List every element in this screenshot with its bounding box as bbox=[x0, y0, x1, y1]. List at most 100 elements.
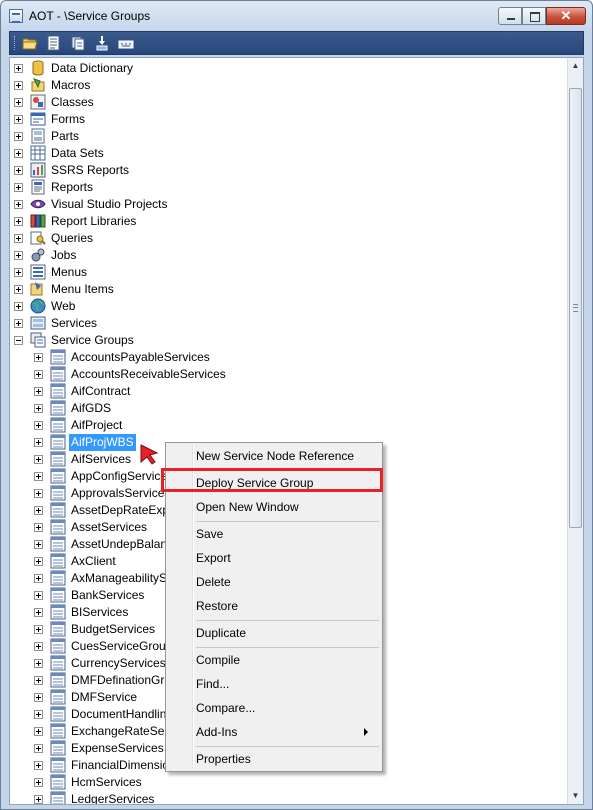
expand-icon[interactable] bbox=[14, 251, 23, 260]
expand-icon[interactable] bbox=[34, 608, 43, 617]
tree-node-forms[interactable]: Forms bbox=[10, 111, 550, 128]
keyboard-icon[interactable] bbox=[118, 35, 134, 51]
service-group-node-icon bbox=[50, 604, 66, 620]
tree-node-reports[interactable]: Reports bbox=[10, 179, 550, 196]
expand-icon[interactable] bbox=[34, 540, 43, 549]
tree-node-queries[interactable]: Queries bbox=[10, 230, 550, 247]
scroll-up-icon[interactable]: ▲ bbox=[568, 58, 583, 74]
menu-item-compile[interactable]: Compile bbox=[196, 649, 376, 671]
tree-node-child[interactable]: HcmServices bbox=[10, 774, 550, 791]
expand-icon[interactable] bbox=[34, 489, 43, 498]
tree-node-menus[interactable]: Menus bbox=[10, 264, 550, 281]
expand-icon[interactable] bbox=[14, 166, 23, 175]
open-icon[interactable] bbox=[22, 35, 38, 51]
expand-icon[interactable] bbox=[34, 574, 43, 583]
expand-icon[interactable] bbox=[14, 268, 23, 277]
scrollbar-grip-icon bbox=[573, 304, 578, 312]
menu-item-duplicate[interactable]: Duplicate bbox=[196, 622, 376, 644]
tree-node-label: HcmServices bbox=[71, 775, 142, 789]
expand-icon[interactable] bbox=[34, 761, 43, 770]
scroll-down-icon[interactable]: ▼ bbox=[568, 788, 583, 804]
collapse-icon[interactable] bbox=[14, 336, 23, 345]
expand-icon[interactable] bbox=[14, 115, 23, 124]
tree-node-web[interactable]: Web bbox=[10, 298, 550, 315]
tree-node-jobs[interactable]: Jobs bbox=[10, 247, 550, 264]
menu-item-open-new-window[interactable]: Open New Window bbox=[196, 496, 376, 518]
menu-item-compare[interactable]: Compare... bbox=[196, 697, 376, 719]
compile-icon[interactable] bbox=[70, 35, 86, 51]
expand-icon[interactable] bbox=[34, 438, 43, 447]
expand-icon[interactable] bbox=[34, 404, 43, 413]
menu-item-delete[interactable]: Delete bbox=[196, 571, 376, 593]
menu-item-properties[interactable]: Properties bbox=[196, 748, 376, 770]
expand-icon[interactable] bbox=[14, 319, 23, 328]
expand-icon[interactable] bbox=[14, 234, 23, 243]
tree-node-child[interactable]: AccountsPayableServices bbox=[10, 349, 550, 366]
tree-node-visual-studio-projects[interactable]: Visual Studio Projects bbox=[10, 196, 550, 213]
minimize-button[interactable] bbox=[498, 7, 522, 25]
title-bar[interactable]: AOT - \Service Groups ✕ bbox=[1, 1, 592, 31]
expand-icon[interactable] bbox=[34, 370, 43, 379]
expand-icon[interactable] bbox=[34, 472, 43, 481]
expand-icon[interactable] bbox=[34, 523, 43, 532]
expand-icon[interactable] bbox=[34, 353, 43, 362]
vertical-scrollbar[interactable]: ▲ ▼ bbox=[567, 58, 583, 804]
expand-icon[interactable] bbox=[34, 710, 43, 719]
tree-node-label: Reports bbox=[51, 180, 94, 194]
expand-icon[interactable] bbox=[34, 676, 43, 685]
properties-icon[interactable] bbox=[46, 35, 62, 51]
expand-icon[interactable] bbox=[14, 183, 23, 192]
tree-node-menu-items[interactable]: Menu Items bbox=[10, 281, 550, 298]
scrollbar-thumb[interactable] bbox=[569, 88, 582, 528]
expand-icon[interactable] bbox=[14, 217, 23, 226]
expand-icon[interactable] bbox=[34, 727, 43, 736]
expand-icon[interactable] bbox=[14, 64, 23, 73]
expand-icon[interactable] bbox=[34, 591, 43, 600]
expand-icon[interactable] bbox=[34, 387, 43, 396]
expand-icon[interactable] bbox=[34, 557, 43, 566]
import-icon[interactable] bbox=[94, 35, 110, 51]
expand-icon[interactable] bbox=[34, 795, 43, 804]
tree-node-parts[interactable]: Parts bbox=[10, 128, 550, 145]
menu-item-save[interactable]: Save bbox=[196, 523, 376, 545]
expand-icon[interactable] bbox=[34, 693, 43, 702]
tree-node-label: AccountsReceivableServices bbox=[71, 367, 226, 381]
menu-item-new-service-node-reference[interactable]: New Service Node Reference bbox=[196, 445, 376, 467]
expand-icon[interactable] bbox=[34, 421, 43, 430]
menu-item-restore[interactable]: Restore bbox=[196, 595, 376, 617]
expand-icon[interactable] bbox=[34, 642, 43, 651]
expand-icon[interactable] bbox=[14, 302, 23, 311]
tree-node-ssrs-reports[interactable]: SSRS Reports bbox=[10, 162, 550, 179]
tree-node-data-sets[interactable]: Data Sets bbox=[10, 145, 550, 162]
maximize-button[interactable] bbox=[522, 7, 546, 25]
menu-item-add-ins[interactable]: Add-Ins bbox=[196, 721, 376, 743]
expand-icon[interactable] bbox=[14, 285, 23, 294]
menu-item-export[interactable]: Export bbox=[196, 547, 376, 569]
expand-icon[interactable] bbox=[14, 81, 23, 90]
close-button[interactable]: ✕ bbox=[546, 7, 586, 25]
tree-node-child[interactable]: AccountsReceivableServices bbox=[10, 366, 550, 383]
expand-icon[interactable] bbox=[14, 98, 23, 107]
expand-icon[interactable] bbox=[34, 659, 43, 668]
expand-icon[interactable] bbox=[34, 625, 43, 634]
expand-icon[interactable] bbox=[34, 455, 43, 464]
expand-icon[interactable] bbox=[14, 149, 23, 158]
visual-studio-icon bbox=[30, 196, 46, 212]
tree-node-data-dictionary[interactable]: Data Dictionary bbox=[10, 60, 550, 77]
ssrs-icon bbox=[30, 162, 46, 178]
expand-icon[interactable] bbox=[34, 744, 43, 753]
tree-node-service-groups[interactable]: Service Groups bbox=[10, 332, 550, 349]
expand-icon[interactable] bbox=[34, 506, 43, 515]
menu-item-find[interactable]: Find... bbox=[196, 673, 376, 695]
tree-node-child[interactable]: LedgerServices bbox=[10, 791, 550, 804]
tree-node-child[interactable]: AifContract bbox=[10, 383, 550, 400]
expand-icon[interactable] bbox=[14, 200, 23, 209]
tree-node-classes[interactable]: Classes bbox=[10, 94, 550, 111]
expand-icon[interactable] bbox=[34, 778, 43, 787]
tree-node-child[interactable]: AifGDS bbox=[10, 400, 550, 417]
tree-node-macros[interactable]: Macros bbox=[10, 77, 550, 94]
tree-node-report-libraries[interactable]: Report Libraries bbox=[10, 213, 550, 230]
tree-node-child[interactable]: AifProject bbox=[10, 417, 550, 434]
expand-icon[interactable] bbox=[14, 132, 23, 141]
tree-node-services[interactable]: Services bbox=[10, 315, 550, 332]
